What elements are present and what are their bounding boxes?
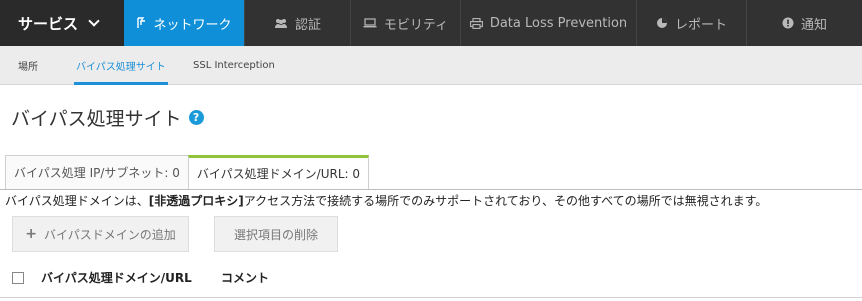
page-title-text: バイパス処理サイト (11, 108, 182, 130)
nav-authentication[interactable]: 認証 (244, 0, 350, 46)
nav-network-label: ネットワーク (153, 17, 232, 33)
select-all-checkbox[interactable] (12, 272, 24, 284)
column-header-comment[interactable]: コメント (221, 269, 269, 286)
subtab-ssl-interception-label: SSL Interception (193, 60, 275, 71)
sub-navigation: 場所 バイパス処理サイト SSL Interception (0, 46, 862, 85)
nav-data-loss-prevention[interactable]: Data Loss Prevention (460, 0, 636, 46)
nav-notifications[interactable]: 通知 (746, 0, 862, 46)
help-icon[interactable]: ? (188, 110, 204, 125)
tab-bypass-domain-url-label: バイパス処理ドメイン/URL: 0 (196, 167, 360, 181)
info-note-suffix: アクセス方法で接続する場所でのみサポートされており、その他すべての場所では無視さ… (243, 194, 768, 208)
info-note-prefix: バイパス処理ドメインは、 (5, 194, 149, 208)
table-header: バイパス処理ドメイン/URL コメント (0, 262, 862, 298)
chevron-down-icon (88, 14, 100, 27)
service-menu[interactable]: サービス (0, 0, 124, 46)
plus-icon: + (25, 226, 37, 242)
delete-selected-button[interactable]: 選択項目の削除 (214, 216, 338, 252)
nav-mobility[interactable]: モビリティ (350, 0, 460, 46)
tab-divider (0, 189, 862, 190)
subtab-ssl-interception[interactable]: SSL Interception (193, 46, 275, 85)
pie-chart-icon (656, 17, 668, 29)
nav-notifications-label: 通知 (800, 17, 827, 33)
delete-selected-label: 選択項目の削除 (233, 227, 318, 242)
nav-reports[interactable]: レポート (636, 0, 746, 46)
printer-icon (469, 17, 483, 29)
top-navigation: サービス ネットワーク 認証 モビリティ Data Loss Preventio… (0, 0, 862, 46)
service-label: サービス (18, 14, 79, 33)
network-icon (136, 17, 146, 29)
users-icon (274, 18, 288, 29)
column-header-domain-url[interactable]: バイパス処理ドメイン/URL (41, 269, 192, 286)
alert-icon (782, 17, 794, 29)
nav-data-loss-prevention-label: Data Loss Prevention (489, 15, 628, 31)
tab-bypass-ip-subnet[interactable]: バイパス処理 IP/サブネット: 0 (5, 155, 189, 189)
panel-tabs: バイパス処理 IP/サブネット: 0 バイパス処理ドメイン/URL: 0 (5, 155, 369, 189)
nav-authentication-label: 認証 (294, 17, 321, 33)
info-note: バイパス処理ドメインは、[非透過プロキシ]アクセス方法で接続する場所でのみサポー… (5, 192, 767, 209)
laptop-icon (363, 18, 377, 28)
subtab-locations[interactable]: 場所 (18, 46, 38, 85)
nav-mobility-label: モビリティ (383, 17, 449, 33)
add-bypass-domain-button[interactable]: + バイパスドメインの追加 (12, 216, 189, 252)
subtab-locations-label: 場所 (18, 62, 38, 73)
info-note-bold: [非透過プロキシ] (148, 194, 244, 208)
nav-network[interactable]: ネットワーク (124, 0, 244, 46)
subtab-bypass-sites-label: バイパス処理サイト (76, 62, 166, 73)
add-bypass-domain-label: バイパスドメインの追加 (43, 227, 176, 242)
tab-bypass-ip-subnet-label: バイパス処理 IP/サブネット: 0 (14, 166, 180, 180)
nav-reports-label: レポート (674, 17, 727, 33)
subtab-bypass-sites[interactable]: バイパス処理サイト (74, 46, 168, 85)
page-title: バイパス処理サイト ? (11, 104, 204, 131)
tab-bypass-domain-url[interactable]: バイパス処理ドメイン/URL: 0 (187, 155, 369, 189)
